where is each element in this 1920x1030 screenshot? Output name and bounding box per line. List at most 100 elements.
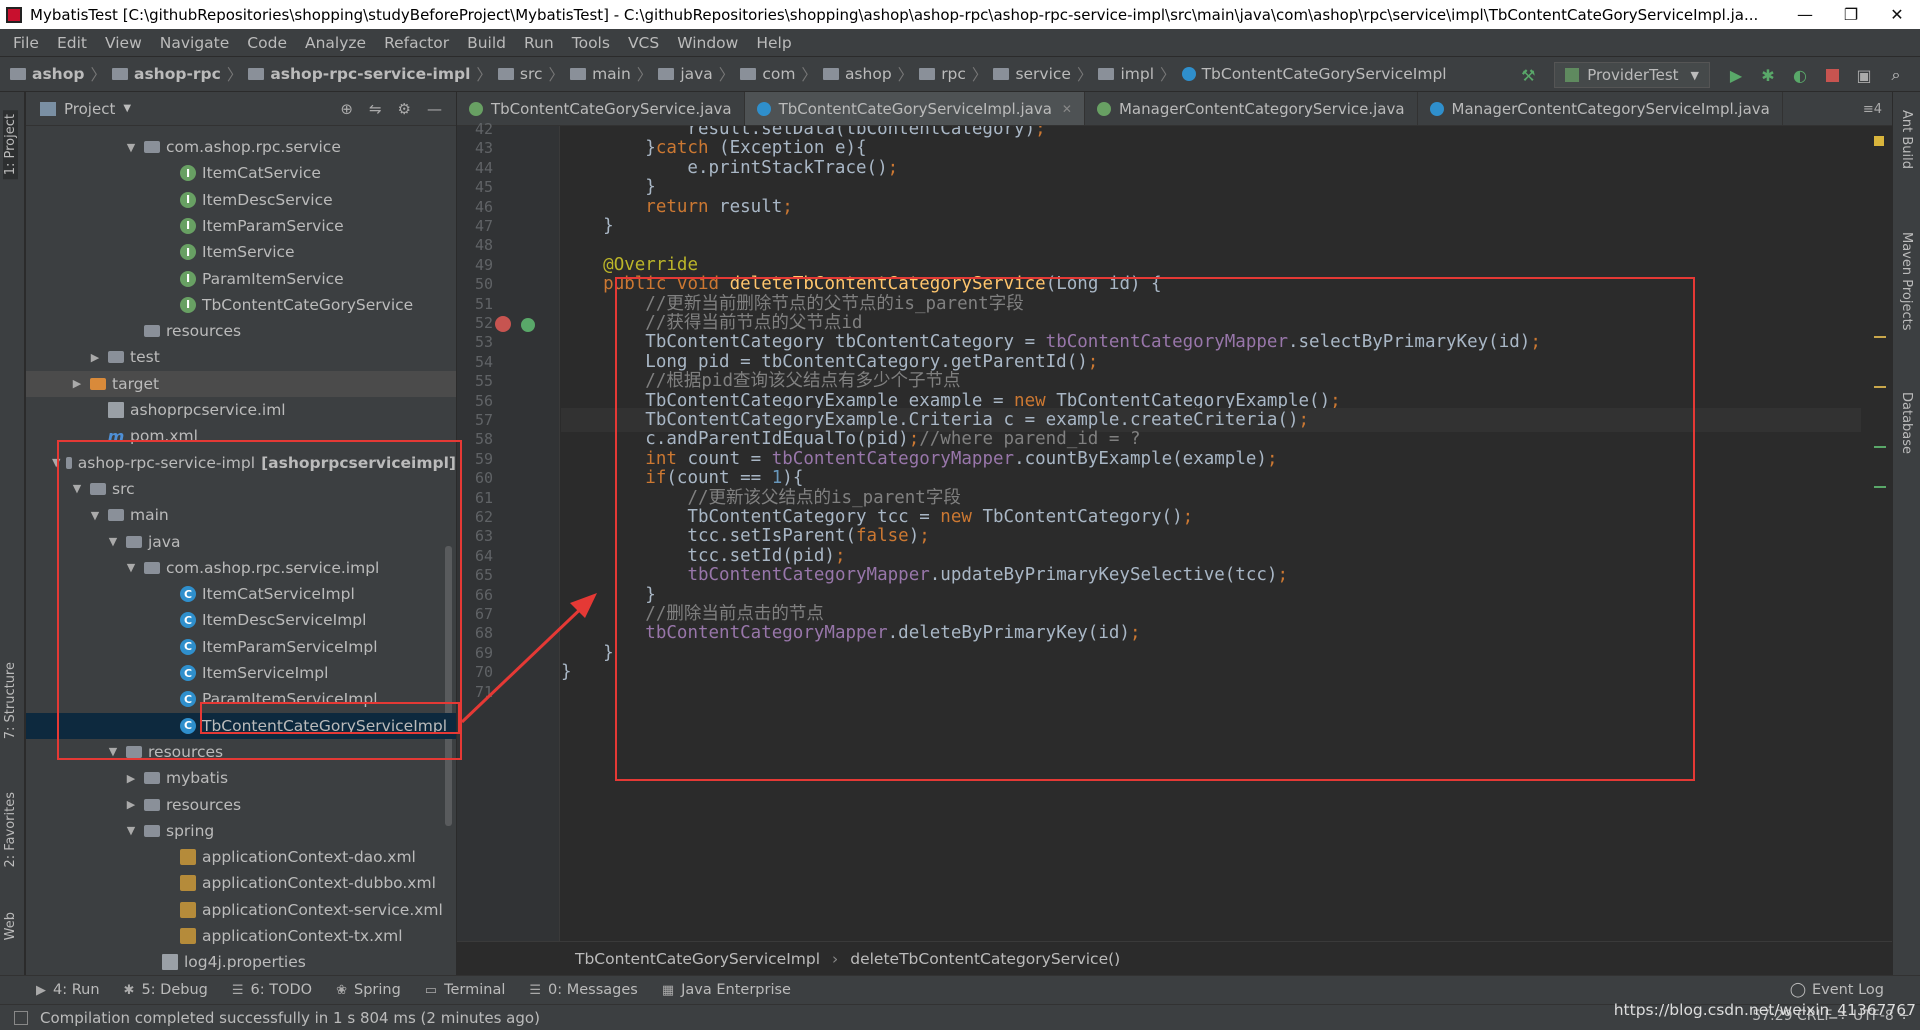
bottom-tool-spring[interactable]: ❀ Spring: [336, 982, 401, 998]
implements-marker-icon[interactable]: [495, 316, 511, 332]
tree-item[interactable]: ▶ test: [26, 344, 456, 370]
collapsed-arrow-icon[interactable]: ▶: [88, 351, 102, 364]
menu-item-navigate[interactable]: Navigate: [160, 34, 230, 52]
tree-item[interactable]: I ItemParamService: [26, 213, 456, 239]
run-config-dropdown[interactable]: ProviderTest ▼: [1554, 62, 1710, 88]
tree-item[interactable]: I TbContentCateGoryService: [26, 292, 456, 318]
tree-item[interactable]: applicationContext-dubbo.xml: [26, 870, 456, 896]
tree-item[interactable]: ▼ src: [26, 476, 456, 502]
run-icon[interactable]: ▶: [1726, 65, 1746, 85]
tree-item[interactable]: I ItemService: [26, 239, 456, 265]
tabs-overflow-button[interactable]: ≡4: [1853, 102, 1892, 125]
tree-item[interactable]: ▼ main: [26, 502, 456, 528]
expanded-arrow-icon[interactable]: ▼: [124, 141, 138, 154]
tree-item[interactable]: applicationContext-tx.xml: [26, 923, 456, 949]
editor-tab[interactable]: TbContentCateGoryService.java: [457, 92, 745, 125]
menu-item-view[interactable]: View: [105, 34, 142, 52]
event-log-button[interactable]: ◯ Event Log: [1790, 982, 1884, 998]
tool-window-project[interactable]: 1: Project: [3, 110, 18, 180]
nav-crumb[interactable]: rpc 〉: [919, 63, 987, 85]
tree-item[interactable]: ▶ mybatis: [26, 765, 456, 791]
tree-item[interactable]: C ItemDescServiceImpl: [26, 607, 456, 633]
expanded-arrow-icon[interactable]: ▼: [88, 509, 102, 522]
editor-tab[interactable]: ManagerContentCategoryServiceImpl.java: [1418, 92, 1783, 125]
locate-target-icon[interactable]: ⊕: [340, 100, 353, 118]
menu-item-edit[interactable]: Edit: [57, 34, 87, 52]
tree-item[interactable]: I ItemCatService: [26, 160, 456, 186]
tree-item[interactable]: log4j.properties: [26, 949, 456, 975]
collapsed-arrow-icon[interactable]: ▶: [70, 377, 84, 390]
collapse-all-icon[interactable]: ⇋: [369, 100, 382, 118]
build-hammer-icon[interactable]: ⚒: [1518, 65, 1538, 85]
nav-crumb[interactable]: service 〉: [993, 63, 1092, 85]
tree-item[interactable]: I ParamItemService: [26, 266, 456, 292]
restore-button[interactable]: ❐: [1828, 5, 1874, 24]
menu-item-refactor[interactable]: Refactor: [384, 34, 449, 52]
tool-window-ant-build[interactable]: Ant Build: [1899, 110, 1914, 169]
close-tab-icon[interactable]: ✕: [1062, 102, 1072, 116]
menu-item-tools[interactable]: Tools: [572, 34, 610, 52]
tree-item[interactable]: ▼ java: [26, 529, 456, 555]
tool-window-maven[interactable]: Maven Projects: [1899, 232, 1914, 331]
code-area[interactable]: result.setData(tbContentCategory); }catc…: [561, 126, 1861, 941]
bottom-tool-javaenterprise[interactable]: ▦ Java Enterprise: [662, 982, 791, 998]
override-marker-icon[interactable]: [521, 318, 535, 332]
tree-item[interactable]: ▼ spring: [26, 818, 456, 844]
bottom-tool-todo[interactable]: ☰ 6: TODO: [232, 982, 312, 998]
tree-item[interactable]: m pom.xml: [26, 423, 456, 449]
menu-item-vcs[interactable]: VCS: [628, 34, 659, 52]
debug-bug-icon[interactable]: ✱: [1758, 65, 1778, 85]
nav-crumb[interactable]: com 〉: [740, 63, 817, 85]
editor-tab[interactable]: TbContentCateGoryServiceImpl.java ✕: [744, 92, 1085, 125]
menu-item-help[interactable]: Help: [756, 34, 791, 52]
expanded-arrow-icon[interactable]: ▼: [70, 482, 84, 495]
collapsed-arrow-icon[interactable]: ▶: [124, 798, 138, 811]
menu-item-run[interactable]: Run: [524, 34, 554, 52]
nav-crumb[interactable]: ashop 〉: [822, 63, 913, 85]
tree-item[interactable]: applicationContext-service.xml: [26, 897, 456, 923]
chevron-down-icon[interactable]: ▼: [123, 103, 131, 114]
menu-item-code[interactable]: Code: [247, 34, 287, 52]
tree-item[interactable]: C ParamItemServiceImpl: [26, 686, 456, 712]
tree-item[interactable]: resources: [26, 318, 456, 344]
tree-item[interactable]: C ItemCatServiceImpl: [26, 581, 456, 607]
nav-crumb[interactable]: ashop-rpc-service-impl 〉: [248, 63, 492, 85]
project-structure-icon[interactable]: ▣: [1854, 65, 1874, 85]
close-button[interactable]: ✕: [1874, 5, 1920, 24]
nav-crumb[interactable]: main 〉: [570, 63, 652, 85]
bottom-tool-debug[interactable]: ✱ 5: Debug: [124, 982, 208, 998]
bottom-tool-terminal[interactable]: ▭ Terminal: [425, 982, 506, 998]
minimize-button[interactable]: —: [1782, 5, 1828, 24]
menu-item-build[interactable]: Build: [467, 34, 506, 52]
expanded-arrow-icon[interactable]: ▼: [106, 535, 120, 548]
project-title[interactable]: Project: [64, 100, 115, 118]
nav-crumb[interactable]: src 〉: [497, 63, 564, 85]
tree-item[interactable]: C ItemParamServiceImpl: [26, 634, 456, 660]
expanded-arrow-icon[interactable]: ▼: [124, 561, 138, 574]
stop-icon[interactable]: [1822, 65, 1842, 85]
bottom-tool-messages[interactable]: ☰ 0: Messages: [529, 982, 637, 998]
menu-item-window[interactable]: Window: [677, 34, 738, 52]
expanded-arrow-icon[interactable]: ▼: [52, 456, 60, 469]
tree-item[interactable]: ▶ target: [26, 370, 456, 397]
tool-window-structure[interactable]: 7: Structure: [3, 662, 18, 739]
marker[interactable]: [1874, 386, 1886, 388]
menu-item-analyze[interactable]: Analyze: [305, 34, 366, 52]
tree-item[interactable]: C TbContentCateGoryServiceImpl: [26, 712, 456, 739]
tree-item[interactable]: I ItemDescService: [26, 187, 456, 213]
nav-crumb[interactable]: TbContentCateGoryServiceImpl: [1181, 65, 1447, 83]
tool-window-web[interactable]: Web: [3, 912, 18, 940]
editor-tab[interactable]: ManagerContentCategoryService.java: [1085, 92, 1418, 125]
status-toggle-icon[interactable]: [14, 1010, 28, 1025]
tree-item[interactable]: ashoprpcservice.iml: [26, 397, 456, 423]
tree-item[interactable]: C ItemServiceImpl: [26, 660, 456, 686]
tree-item[interactable]: ▼ ashop-rpc-service-impl [ashoprpcservicei…: [26, 450, 456, 476]
tool-window-favorites[interactable]: 2: Favorites: [3, 792, 18, 868]
nav-crumb[interactable]: impl 〉: [1098, 63, 1176, 85]
expanded-arrow-icon[interactable]: ▼: [124, 824, 138, 837]
marker[interactable]: [1874, 486, 1886, 488]
tree-item[interactable]: ▼ com.ashop.rpc.service.impl: [26, 555, 456, 581]
menu-item-file[interactable]: File: [13, 34, 39, 52]
breadcrumb-method[interactable]: deleteTbContentCategoryService(): [850, 950, 1120, 968]
coverage-shield-icon[interactable]: ◐: [1790, 65, 1810, 85]
